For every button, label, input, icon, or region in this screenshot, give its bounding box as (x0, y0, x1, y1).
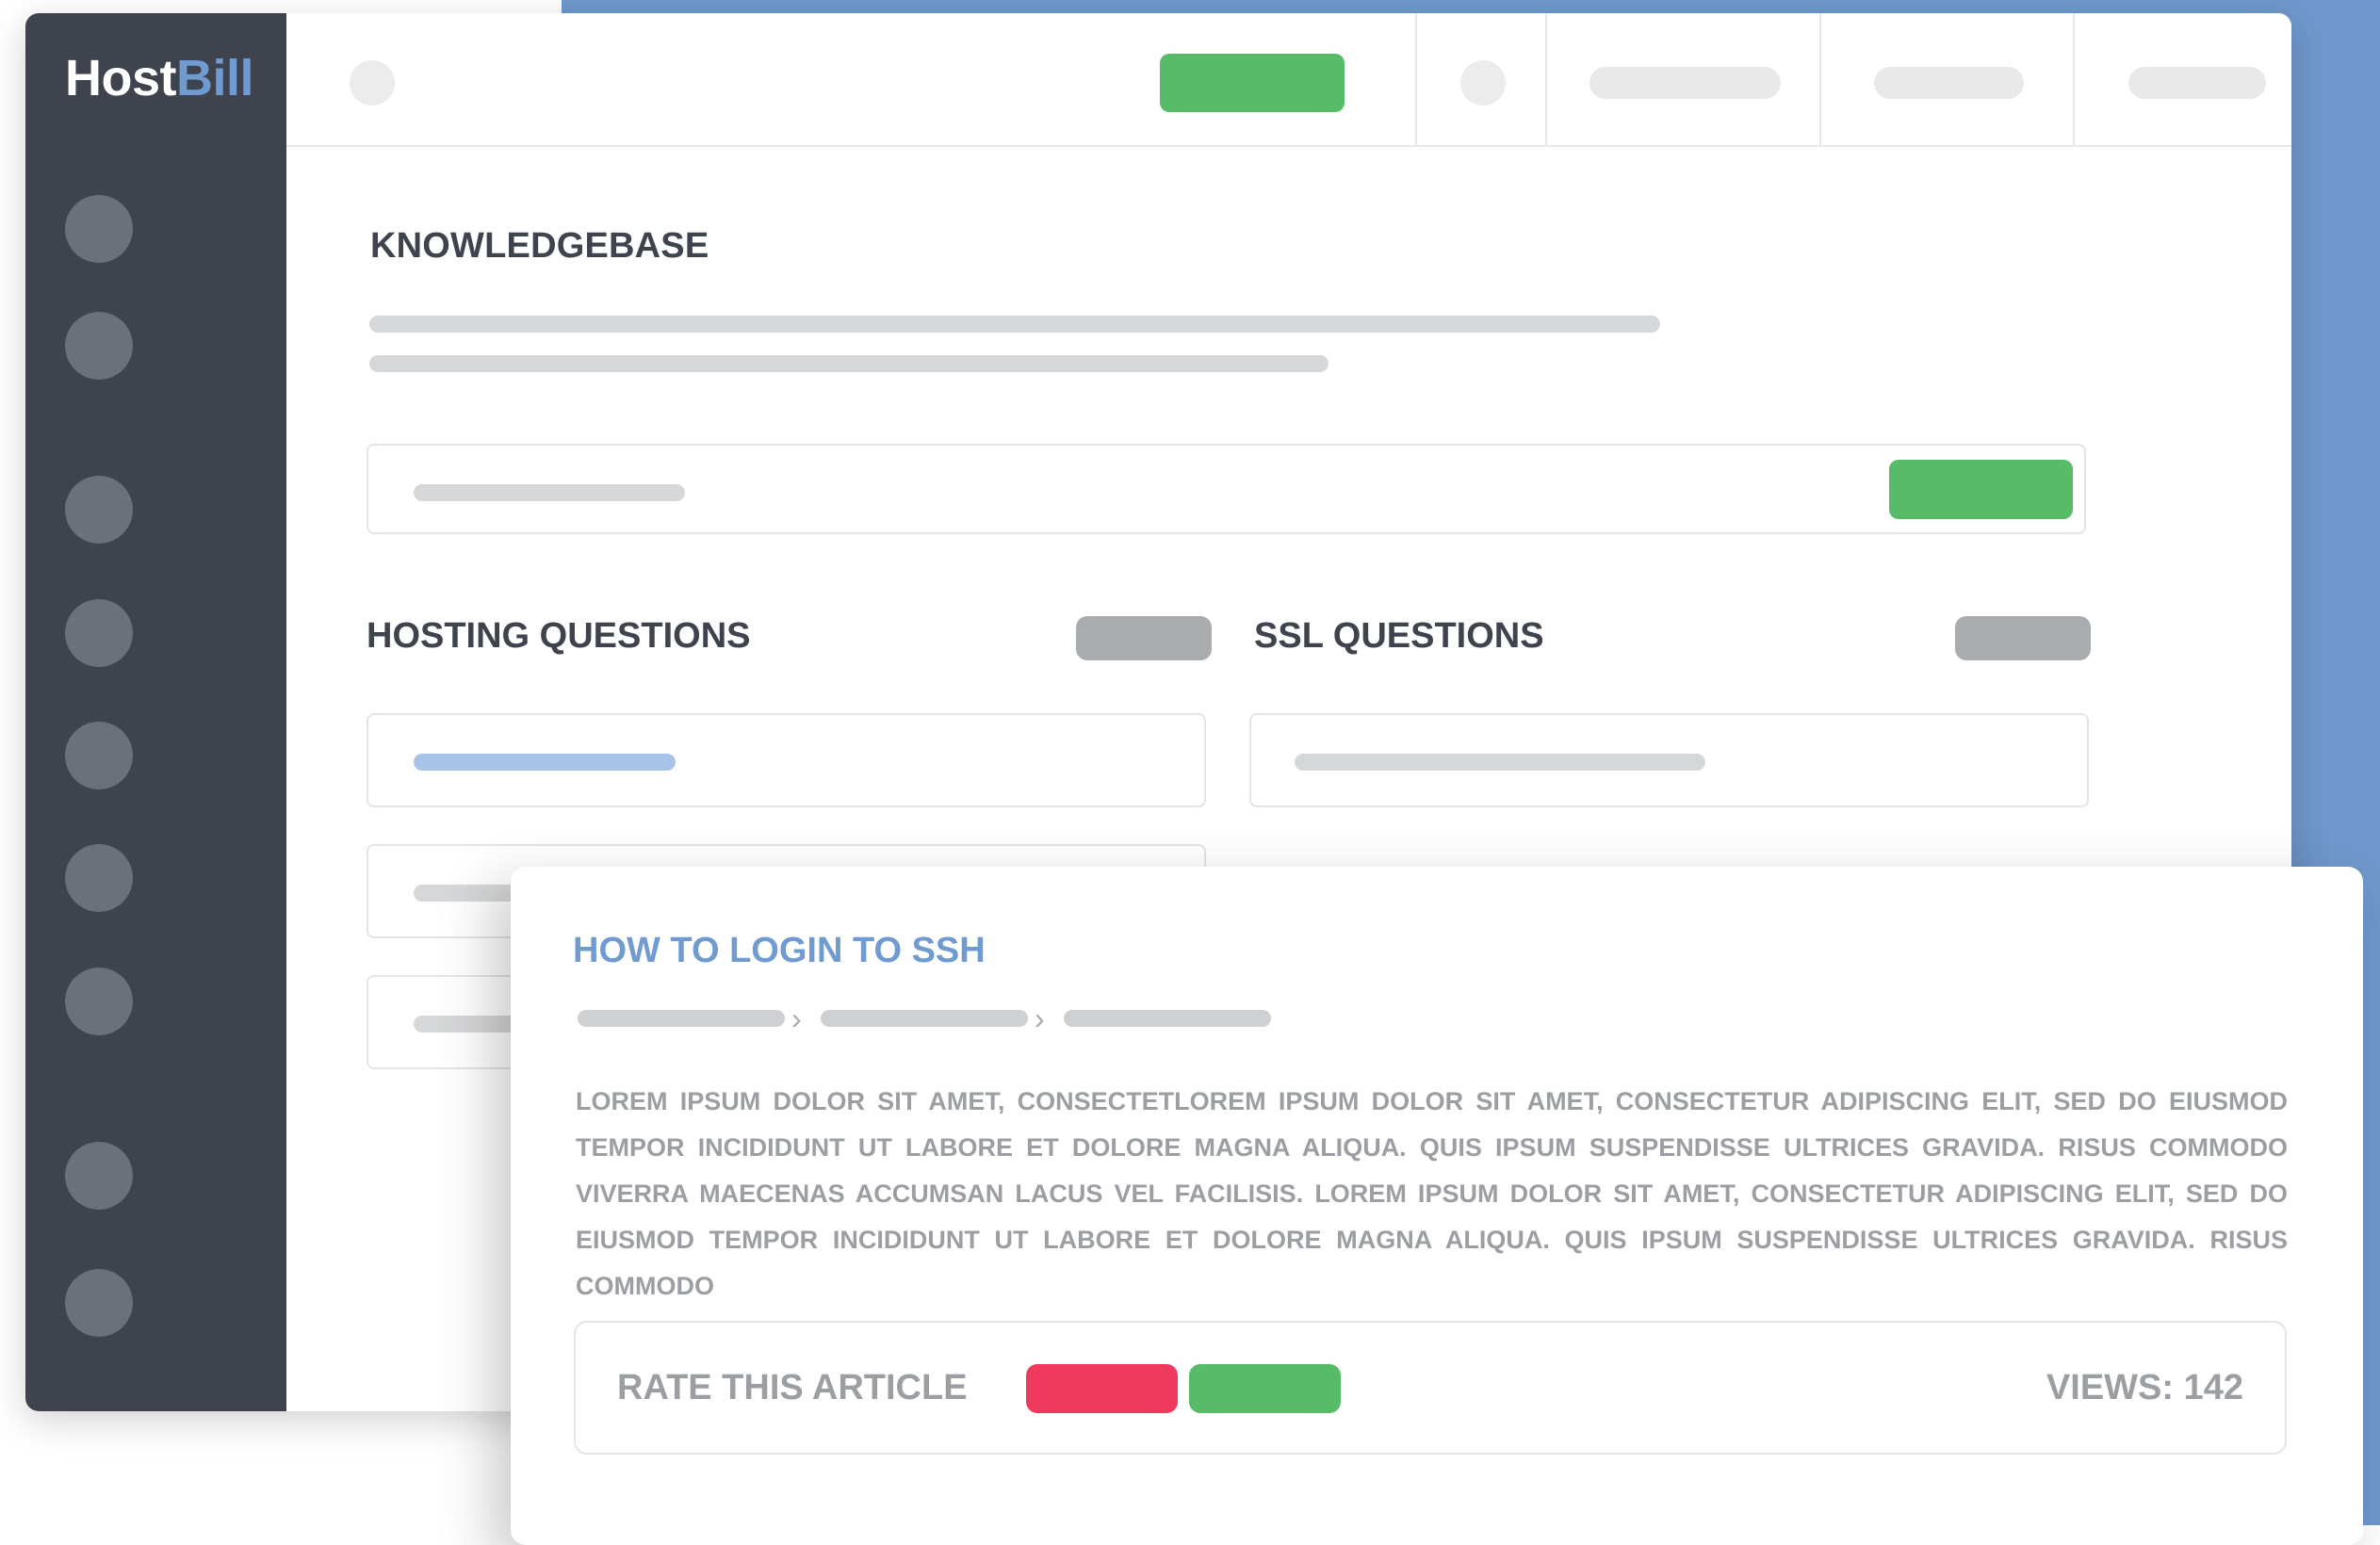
search-input[interactable] (367, 444, 2086, 534)
breadcrumb-item-2[interactable] (821, 1010, 1028, 1027)
divider (2073, 13, 2075, 145)
sidebar-item-6[interactable] (65, 844, 133, 912)
article-popup: HOW TO LOGIN TO SSH › › LOREM IPSUM DOLO… (511, 867, 2363, 1545)
rate-label: RATE THIS ARTICLE (617, 1368, 968, 1407)
rating-bar: RATE THIS ARTICLE VIEWS: 142 (574, 1321, 2287, 1455)
search-button[interactable] (1889, 460, 2073, 519)
ssl-count-badge (1955, 616, 2091, 660)
logo-host-text: Host (65, 50, 177, 106)
article-body: LOREM IPSUM DOLOR SIT AMET, CONSECTETLOR… (576, 1087, 2288, 1300)
hostbill-logo[interactable]: HostBill (65, 49, 254, 107)
logo-bill-text: Bill (176, 50, 254, 106)
sidebar-item-2[interactable] (65, 312, 133, 380)
ssl-question-1[interactable] (1249, 713, 2089, 807)
top-menu-item-1[interactable] (1589, 67, 1781, 99)
views-count: VIEWS: 142 (2046, 1368, 2243, 1407)
sidebar-item-7[interactable] (65, 968, 133, 1035)
sidebar-item-9[interactable] (65, 1269, 133, 1337)
search-placeholder (414, 484, 685, 501)
top-bar (286, 13, 2291, 147)
description-line-2 (369, 355, 1329, 372)
chevron-right-icon: › (1035, 1001, 1045, 1035)
sidebar: HostBill (25, 13, 286, 1411)
breadcrumb-item-3[interactable] (1064, 1010, 1271, 1027)
divider (1415, 13, 1417, 145)
hosting-count-badge (1076, 616, 1212, 660)
sidebar-item-4[interactable] (65, 599, 133, 667)
chevron-right-icon: › (791, 1001, 802, 1035)
question-placeholder (1295, 754, 1705, 771)
sidebar-item-3[interactable] (65, 476, 133, 544)
top-action-button[interactable] (1160, 54, 1345, 112)
section-title-hosting: HOSTING QUESTIONS (367, 616, 751, 656)
breadcrumb-item-1[interactable] (578, 1010, 785, 1027)
sidebar-item-5[interactable] (65, 722, 133, 789)
thumbs-up-button[interactable] (1189, 1364, 1341, 1413)
menu-toggle-icon[interactable] (350, 60, 395, 106)
page-title: KNOWLEDGEBASE (370, 226, 709, 266)
sidebar-item-8[interactable] (65, 1142, 133, 1210)
divider (1545, 13, 1547, 145)
description-line-1 (369, 316, 1660, 333)
section-title-ssl: SSL QUESTIONS (1254, 616, 1544, 656)
thumbs-down-button[interactable] (1026, 1364, 1178, 1413)
sidebar-item-1[interactable] (65, 195, 133, 263)
top-menu-item-3[interactable] (2128, 67, 2266, 99)
question-placeholder (414, 754, 676, 771)
article-title: HOW TO LOGIN TO SSH (573, 931, 986, 970)
top-menu-item-2[interactable] (1874, 67, 2024, 99)
notification-icon[interactable] (1460, 60, 1506, 106)
divider (1819, 13, 1821, 145)
hosting-question-1[interactable] (367, 713, 1206, 807)
